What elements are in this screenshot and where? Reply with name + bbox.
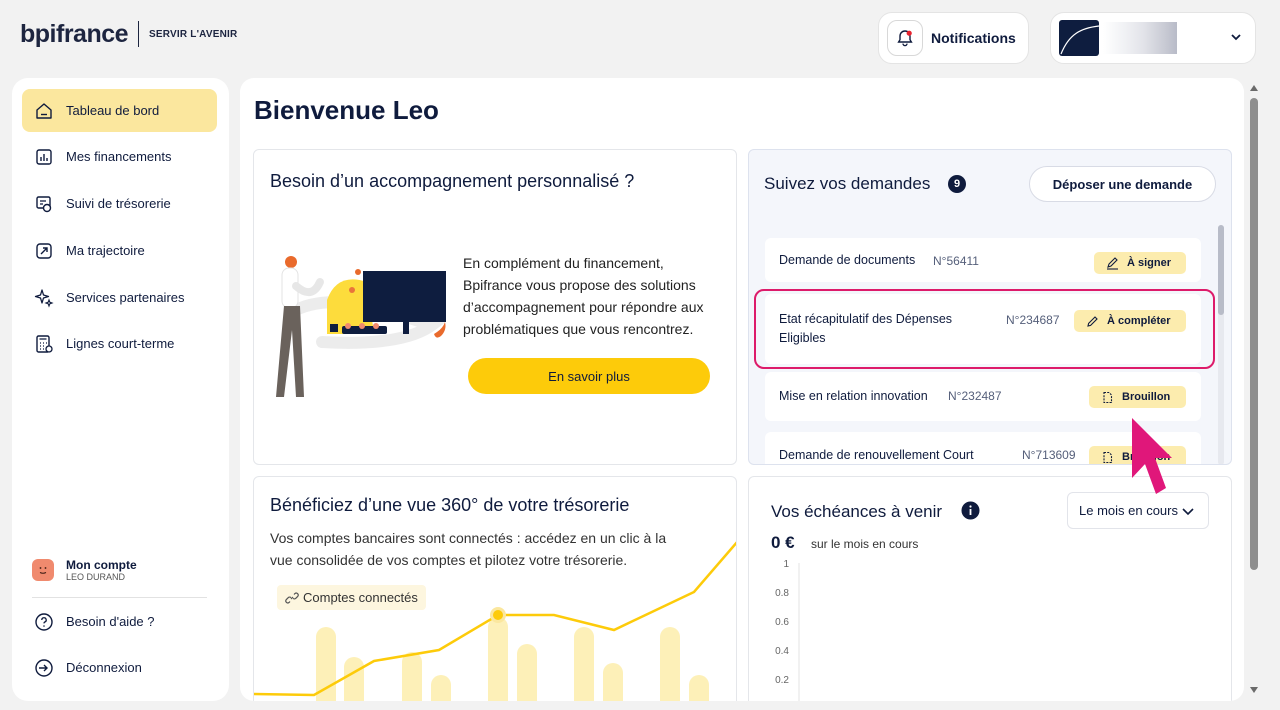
sidebar-item-mes-financements[interactable]: Mes financements	[22, 135, 217, 178]
brand-name: bpifrance	[20, 19, 129, 48]
requests-scrollbar[interactable]	[1218, 225, 1224, 464]
main-content: Bienvenue Leo Besoin d’un accompagnement…	[240, 78, 1244, 701]
period-select-value: Le mois en cours	[1079, 503, 1178, 518]
account-title: Mon compte	[66, 558, 137, 572]
bell-icon	[887, 20, 923, 56]
help-label: Besoin d'aide ?	[66, 614, 155, 629]
treasury-icon	[36, 195, 52, 212]
deadlines-chart: 1 0.8 0.6 0.4 0.2	[775, 559, 800, 701]
treasury-title: Bénéficiez d’une vue 360° de votre tréso…	[270, 495, 630, 515]
link-icon	[285, 592, 299, 603]
company-name-blurred	[1103, 22, 1177, 54]
sidebar-item-label: Lignes court-terme	[66, 336, 175, 351]
accompaniment-card: Besoin d’un accompagnement personnalisé …	[253, 149, 737, 465]
scroll-down-icon[interactable]	[1249, 686, 1259, 694]
logout-link[interactable]: Déconnexion	[22, 646, 217, 689]
sign-icon	[1107, 256, 1118, 270]
sidebar-item-lignes-court-terme[interactable]: Lignes court-terme	[22, 322, 217, 365]
requests-title: Suivez vos demandes	[764, 174, 931, 193]
connected-accounts-label: Comptes connectés	[303, 590, 418, 605]
bpifrance-logo[interactable]: bpifrance SERVIR L'AVENIR	[20, 18, 237, 50]
account-switcher[interactable]	[1050, 12, 1256, 64]
accompaniment-title: Besoin d’un accompagnement personnalisé …	[270, 171, 635, 191]
logout-label: Déconnexion	[66, 660, 142, 675]
sidebar-item-suivi-de-tresorerie[interactable]: Suivi de trésorerie	[22, 182, 217, 225]
logout-icon	[35, 658, 53, 677]
deadlines-card: Vos échéances à venir Le mois en cours 0…	[748, 476, 1232, 701]
y-tick-label: 0.2	[775, 675, 789, 686]
requests-count-badge: 9	[948, 175, 966, 193]
chevron-down-icon	[1231, 34, 1241, 41]
company-logo	[1059, 20, 1100, 56]
chart-icon	[36, 148, 52, 165]
notifications-button[interactable]: Notifications	[878, 12, 1029, 64]
request-number: N°232487	[948, 389, 1002, 403]
request-number: N°56411	[933, 254, 979, 268]
deadlines-title: Vos échéances à venir	[771, 502, 943, 521]
sidebar-item-label: Suivi de trésorerie	[66, 196, 171, 211]
info-icon[interactable]	[961, 501, 980, 520]
status-label: Brouillon	[1122, 391, 1171, 403]
chevron-down-icon	[1182, 508, 1194, 516]
connected-accounts-badge: Comptes connectés	[277, 585, 426, 610]
sidebar-item-ma-trajectoire[interactable]: Ma trajectoire	[22, 229, 217, 272]
request-row[interactable]: Mise en relation innovation N°232487 Bro…	[765, 372, 1201, 421]
treasury-card: Bénéficiez d’une vue 360° de votre tréso…	[253, 476, 737, 701]
learn-more-button[interactable]: En savoir plus	[468, 358, 710, 394]
status-label: À signer	[1127, 257, 1172, 269]
sparkle-icon	[34, 288, 54, 308]
request-name: Demande de renouvellement Court	[779, 448, 974, 462]
y-tick-label: 0.6	[775, 617, 789, 628]
sidebar-item-label: Services partenaires	[66, 290, 185, 305]
scroll-up-icon[interactable]	[1249, 84, 1259, 92]
avatar	[32, 559, 54, 581]
trajectory-icon	[36, 242, 52, 259]
my-account-link[interactable]: Mon compte LEO DURAND	[32, 558, 137, 582]
y-tick-label: 1	[783, 559, 789, 570]
submit-request-button[interactable]: Déposer une demande	[1029, 166, 1216, 202]
scrollbar-thumb[interactable]	[1250, 98, 1258, 570]
sidebar-divider	[32, 597, 207, 598]
request-name: Demande de documents	[779, 253, 916, 267]
calculator-icon	[36, 334, 53, 353]
deadlines-amount-label: sur le mois en cours	[811, 537, 919, 551]
help-icon	[35, 612, 53, 631]
draft-icon	[1103, 451, 1113, 463]
status-badge[interactable]: Brouillon	[1089, 386, 1186, 408]
page-title: Bienvenue Leo	[254, 95, 439, 125]
treasury-illustration-chart	[254, 541, 736, 701]
home-icon	[36, 102, 52, 119]
sidebar-item-label: Tableau de bord	[66, 103, 160, 118]
logo-divider	[138, 21, 140, 47]
accompaniment-text: En complément du financement, Bpifrance …	[463, 255, 704, 337]
brand-tagline: SERVIR L'AVENIR	[149, 28, 238, 40]
request-name: Mise en relation innovation	[779, 389, 928, 403]
sidebar-item-tableau-de-bord[interactable]: Tableau de bord	[22, 89, 217, 132]
notifications-label: Notifications	[931, 30, 1016, 46]
person-at-computer-illustration	[276, 256, 446, 397]
request-number: N°713609	[1022, 448, 1076, 462]
account-user-name: LEO DURAND	[66, 572, 126, 582]
page-scrollbar[interactable]	[1248, 84, 1262, 696]
request-row[interactable]: Demande de documents N°56411 À signer	[765, 238, 1201, 282]
status-badge[interactable]: À signer	[1094, 252, 1186, 274]
highlighted-request-outline	[754, 289, 1215, 369]
sidebar-item-label: Mes financements	[66, 149, 172, 164]
draft-icon	[1103, 391, 1113, 403]
help-link[interactable]: Besoin d'aide ?	[22, 600, 217, 643]
pointer-cursor-icon	[1132, 418, 1172, 494]
scrollbar-thumb[interactable]	[1218, 225, 1224, 315]
deadlines-amount: 0 €	[771, 533, 795, 552]
y-tick-label: 0.8	[775, 588, 789, 599]
sidebar: Tableau de bord Mes financements Suivi d…	[12, 78, 229, 701]
sidebar-item-label: Ma trajectoire	[66, 243, 145, 258]
sidebar-item-services-partenaires[interactable]: Services partenaires	[22, 276, 217, 319]
y-tick-label: 0.4	[775, 646, 789, 657]
